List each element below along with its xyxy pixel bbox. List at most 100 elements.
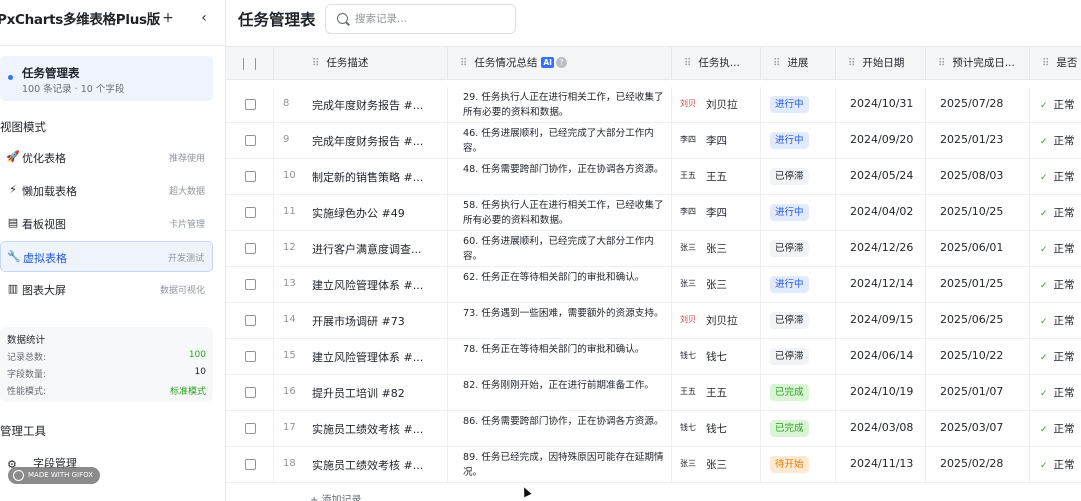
start-date-cell[interactable]: 2024/11/13: [836, 447, 926, 482]
due-date-cell[interactable]: 2025/02/28: [926, 447, 1030, 482]
view-mode-item[interactable]: 🔧 虚拟表格 开发测试: [0, 241, 213, 272]
status-cell[interactable]: 已停滞: [761, 159, 836, 194]
status-cell[interactable]: 已停滞: [761, 339, 836, 374]
chevron-left-icon[interactable]: ‹: [195, 9, 213, 27]
ok-cell[interactable]: ✓ 正常: [1030, 87, 1081, 122]
owner-cell[interactable]: 王五 王五: [672, 375, 761, 410]
desc-cell[interactable]: 完成年度财务报告 #...: [274, 123, 448, 158]
check-cell[interactable]: [226, 303, 274, 338]
owner-cell[interactable]: 钱七 钱七: [672, 339, 761, 374]
view-mode-item[interactable]: 🚀 优化表格 推荐使用: [0, 142, 213, 173]
row-checkbox[interactable]: [245, 459, 256, 470]
table-row[interactable]: 9 完成年度财务报告 #... 46. 任务进展顺利，已经完成了大部分工作内容。 李四…: [226, 123, 1081, 159]
drag-handle-icon[interactable]: ⠿: [460, 58, 467, 69]
owner-cell[interactable]: 李四 李四: [672, 195, 761, 230]
header-owner[interactable]: ⠿ 任务执...: [672, 47, 761, 80]
header-start[interactable]: ⠿ 开始日期: [836, 47, 926, 80]
drag-handle-icon[interactable]: ⠿: [938, 58, 945, 69]
check-cell[interactable]: [226, 339, 274, 374]
desc-cell[interactable]: 开展市场调研 #73: [274, 303, 448, 338]
ok-cell[interactable]: ✓ 正常: [1030, 231, 1081, 266]
owner-cell[interactable]: 王五 王五: [672, 159, 761, 194]
table-row[interactable]: 13 建立风险管理体系 #... 62. 任务正在等待相关部门的审批和确认。 张三 张三…: [226, 267, 1081, 303]
desc-cell[interactable]: 制定新的销售策略 #...: [274, 159, 448, 194]
due-date-cell[interactable]: 2025/07/28: [926, 87, 1030, 122]
ok-cell[interactable]: ✓ 正常: [1030, 411, 1081, 446]
start-date-cell[interactable]: 2024/06/14: [836, 339, 926, 374]
desc-cell[interactable]: 进行客户满意度调查...: [274, 231, 448, 266]
drag-handle-icon[interactable]: ⠿: [312, 58, 319, 69]
drag-handle-icon[interactable]: ⠿: [684, 58, 691, 69]
summary-cell[interactable]: 60. 任务进展顺利，已经完成了大部分工作内容。: [448, 231, 672, 266]
check-cell[interactable]: [226, 411, 274, 446]
table-row[interactable]: 11 实施绿色办公 #49 58. 任务执行人正在进行相关工作，已经收集了所有必要的…: [226, 195, 1081, 231]
start-date-cell[interactable]: 2024/12/14: [836, 267, 926, 302]
view-mode-item[interactable]: ▤ 看板视图 卡片管理: [0, 208, 213, 239]
desc-cell[interactable]: 建立风险管理体系 #...: [274, 267, 448, 302]
summary-cell[interactable]: 78. 任务正在等待相关部门的审批和确认。: [448, 339, 672, 374]
owner-cell[interactable]: 刘贝 刘贝拉: [672, 87, 761, 122]
start-date-cell[interactable]: 2024/09/15: [836, 303, 926, 338]
due-date-cell[interactable]: 2025/03/07: [926, 411, 1030, 446]
owner-cell[interactable]: 李四 李四: [672, 123, 761, 158]
check-cell[interactable]: [226, 159, 274, 194]
search-box[interactable]: [325, 4, 516, 34]
current-table-card[interactable]: 任务管理表 100 条记录 · 10 个字段: [0, 56, 213, 101]
desc-cell[interactable]: 实施员工绩效考核 #...: [274, 411, 448, 446]
check-cell[interactable]: [226, 87, 274, 122]
help-icon[interactable]: ?: [555, 57, 567, 68]
drag-handle-icon[interactable]: ⠿: [848, 58, 855, 69]
summary-cell[interactable]: 62. 任务正在等待相关部门的审批和确认。: [448, 267, 672, 302]
summary-cell[interactable]: 48. 任务需要跨部门协作，正在协调各方资源。: [448, 159, 672, 194]
start-date-cell[interactable]: 2024/04/02: [836, 195, 926, 230]
header-status[interactable]: ⠿ 进展: [761, 47, 836, 80]
ok-cell[interactable]: ✓ 正常: [1030, 195, 1081, 230]
due-date-cell[interactable]: 2025/06/01: [926, 231, 1030, 266]
view-mode-item[interactable]: ⚡ 懒加载表格 超大数据: [0, 175, 213, 206]
plus-icon[interactable]: +: [159, 9, 177, 27]
due-date-cell[interactable]: 2025/10/22: [926, 339, 1030, 374]
summary-cell[interactable]: 46. 任务进展顺利，已经完成了大部分工作内容。: [448, 123, 672, 158]
row-checkbox[interactable]: [245, 99, 256, 110]
ok-cell[interactable]: ✓ 正常: [1030, 375, 1081, 410]
status-cell[interactable]: 进行中: [761, 267, 836, 302]
status-cell[interactable]: 已完成: [761, 411, 836, 446]
summary-cell[interactable]: 86. 任务需要跨部门协作，正在协调各方资源。: [448, 411, 672, 446]
table-row[interactable]: 15 建立风险管理体系 #... 78. 任务正在等待相关部门的审批和确认。 钱七 钱七…: [226, 339, 1081, 375]
header-ok[interactable]: ⠿ 是否: [1030, 47, 1081, 80]
ok-cell[interactable]: ✓ 正常: [1030, 267, 1081, 302]
summary-cell[interactable]: 82. 任务刚刚开始，正在进行前期准备工作。: [448, 375, 672, 410]
row-checkbox[interactable]: [245, 243, 256, 254]
check-cell[interactable]: [226, 267, 274, 302]
add-record-button[interactable]: + 添加记录: [310, 491, 362, 501]
table-row[interactable]: 8 完成年度财务报告 #... 29. 任务执行人正在进行相关工作，已经收集了所有必…: [226, 87, 1081, 123]
desc-cell[interactable]: 实施绿色办公 #49: [274, 195, 448, 230]
owner-cell[interactable]: 刘贝 刘贝拉: [672, 303, 761, 338]
view-mode-item[interactable]: ▥ 图表大屏 数据可视化: [0, 274, 213, 305]
table-row[interactable]: 10 制定新的销售策略 #... 48. 任务需要跨部门协作，正在协调各方资源。 王五…: [226, 159, 1081, 195]
header-desc[interactable]: ⠿ 任务描述: [274, 47, 448, 80]
ok-cell[interactable]: ✓ 正常: [1030, 447, 1081, 482]
start-date-cell[interactable]: 2024/10/19: [836, 375, 926, 410]
due-date-cell[interactable]: 2025/06/25: [926, 303, 1030, 338]
desc-cell[interactable]: 建立风险管理体系 #...: [274, 339, 448, 374]
summary-cell[interactable]: 58. 任务执行人正在进行相关工作，已经收集了所有必要的资料和数据。: [448, 195, 672, 230]
ok-cell[interactable]: ✓ 正常: [1030, 159, 1081, 194]
desc-cell[interactable]: 实施员工绩效考核 #...: [274, 447, 448, 482]
start-date-cell[interactable]: 2024/12/26: [836, 231, 926, 266]
start-date-cell[interactable]: 2024/05/24: [836, 159, 926, 194]
row-checkbox[interactable]: [245, 207, 256, 218]
owner-cell[interactable]: 张三 张三: [672, 231, 761, 266]
owner-cell[interactable]: 张三 张三: [672, 267, 761, 302]
due-date-cell[interactable]: 2025/08/03: [926, 159, 1030, 194]
due-date-cell[interactable]: 2025/10/25: [926, 195, 1030, 230]
table-row[interactable]: 16 提升员工培训 #82 82. 任务刚刚开始，正在进行前期准备工作。 王五 王五 已完…: [226, 375, 1081, 411]
owner-cell[interactable]: 张三 张三: [672, 447, 761, 482]
summary-cell[interactable]: 29. 任务执行人正在进行相关工作，已经收集了所有必要的资料和数据。: [448, 87, 672, 122]
due-date-cell[interactable]: 2025/01/23: [926, 123, 1030, 158]
desc-cell[interactable]: 完成年度财务报告 #...: [274, 87, 448, 122]
summary-cell[interactable]: 89. 任务已经完成，因特殊原因可能存在延期情况。: [448, 447, 672, 482]
header-select-all[interactable]: [226, 47, 274, 80]
row-checkbox[interactable]: [245, 279, 256, 290]
table-row[interactable]: 17 实施员工绩效考核 #... 86. 任务需要跨部门协作，正在协调各方资源。 钱七…: [226, 411, 1081, 447]
